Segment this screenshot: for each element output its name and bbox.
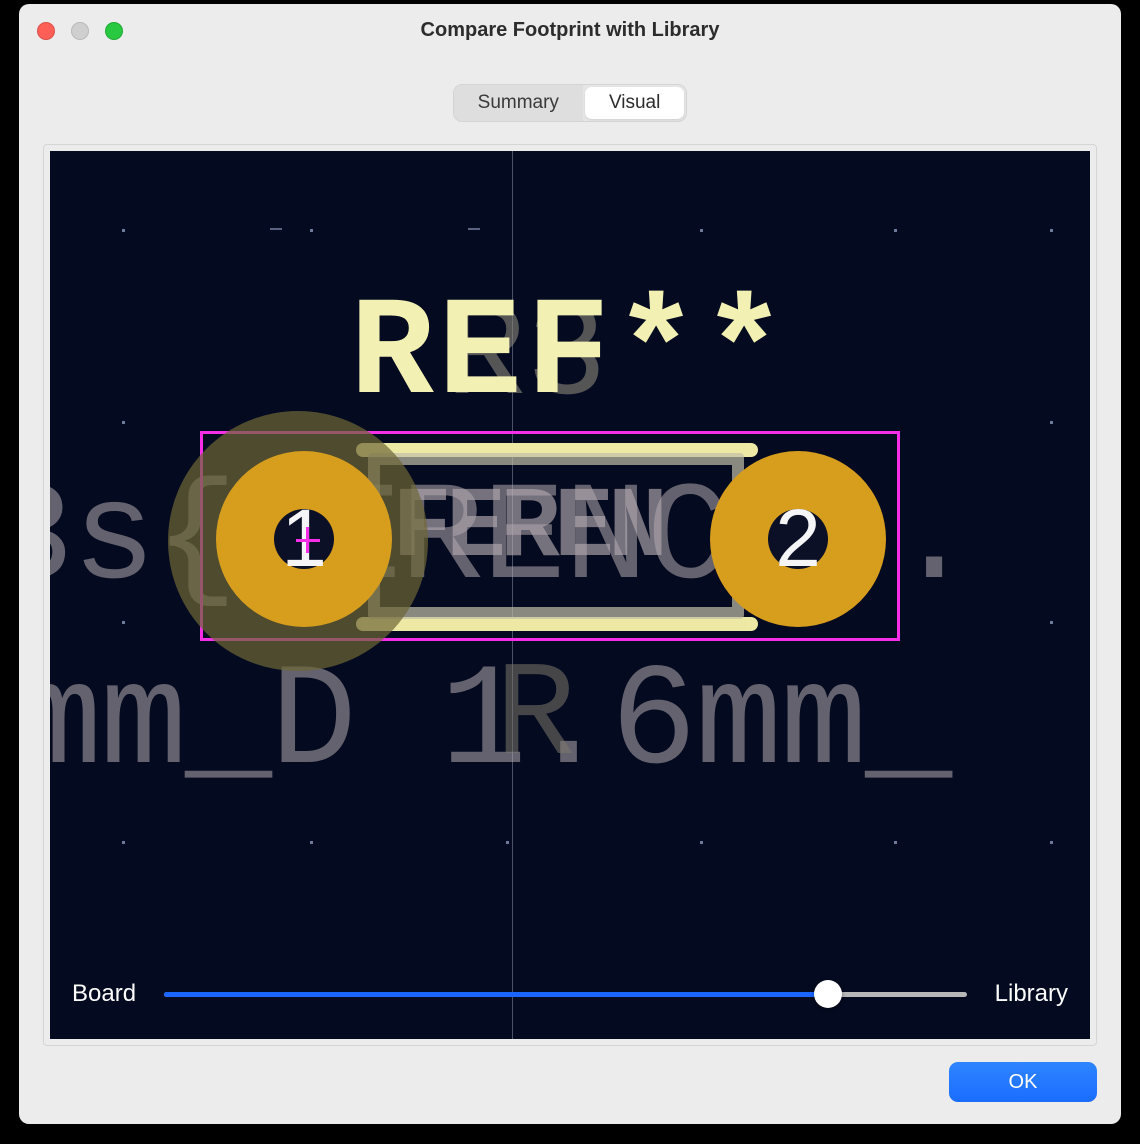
dialog-buttons: OK — [949, 1062, 1097, 1102]
ghost-letter-r: R — [495, 641, 576, 794]
titlebar: Compare Footprint with Library — [19, 4, 1121, 56]
slider-label-board: Board — [72, 980, 136, 1008]
dialog-window: Compare Footprint with Library Summary V… — [19, 4, 1121, 1124]
zoom-icon[interactable] — [105, 22, 123, 40]
tab-summary[interactable]: Summary — [454, 85, 583, 121]
pad-2-number: 2 — [775, 492, 821, 586]
traffic-lights — [37, 22, 123, 40]
pad-2[interactable]: 2 — [710, 451, 886, 627]
ok-button[interactable]: OK — [949, 1062, 1097, 1102]
tabbar-row: Summary Visual — [19, 56, 1121, 134]
slider-fill — [164, 992, 822, 997]
close-icon[interactable] — [37, 22, 55, 40]
origin-crosshair-v — [306, 527, 309, 553]
blend-slider[interactable] — [164, 979, 967, 1009]
slider-label-library: Library — [995, 980, 1068, 1008]
content-frame: R3 3s{FERENCE}. 6mm_D 1.6mm_ R REF** FER… — [43, 144, 1097, 1046]
slider-thumb[interactable] — [814, 980, 842, 1008]
window-title: Compare Footprint with Library — [19, 19, 1121, 42]
tab-visual[interactable]: Visual — [585, 87, 684, 119]
minimize-icon — [71, 22, 89, 40]
reference-label: REF** — [350, 276, 790, 435]
inner-text: FEREN — [392, 473, 662, 586]
footprint-canvas[interactable]: R3 3s{FERENCE}. 6mm_D 1.6mm_ R REF** FER… — [50, 151, 1090, 1039]
blend-slider-row: Board Library — [72, 979, 1068, 1009]
tabbar: Summary Visual — [453, 84, 688, 122]
silkscreen-bottom — [356, 617, 758, 631]
